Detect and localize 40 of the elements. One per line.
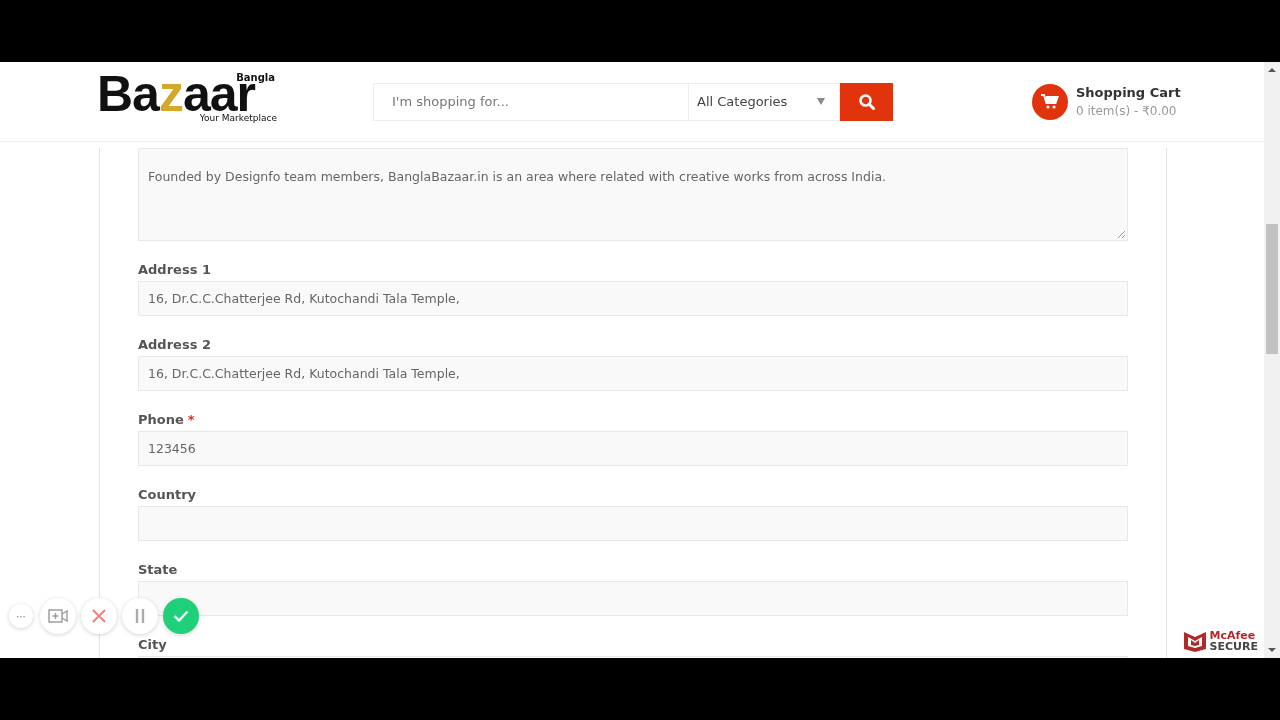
add-video-button[interactable] [40,598,76,634]
cart-title[interactable]: Shopping Cart [1076,85,1181,100]
pause-icon [135,609,145,623]
cart-icon [1041,93,1059,110]
more-button[interactable]: ··· [9,604,33,628]
field-label: State [138,562,178,577]
badge-label: SECURE [1209,641,1258,652]
scroll-down-icon[interactable] [1268,648,1276,652]
field-label: Address 1 [138,262,211,277]
field-label: Country [138,487,197,502]
search-icon [857,92,876,111]
scrollbar[interactable] [1264,62,1280,658]
logo-tagline: Your Marketplace [199,113,277,123]
video-camera-icon [48,609,68,623]
close-icon [92,609,106,623]
cart-summary: 0 item(s) - ₹0.00 [1076,104,1178,118]
input-field[interactable]: 123456 [138,431,1128,466]
input-field[interactable]: 16, Dr.C.C.Chatterjee Rd, Kutochandi Tala Temple, [138,356,1128,391]
badge-brand: McAfee [1209,630,1257,641]
input-field[interactable]: 16, Dr.C.C.Chatterjee Rd, Kutochandi Tala Temple, [138,281,1128,316]
input-field[interactable] [138,581,1128,616]
scrollbar-thumb[interactable] [1266,224,1278,354]
required-mark: * [187,412,195,427]
cart-button[interactable] [1032,83,1068,120]
confirm-button[interactable] [163,598,199,634]
shield-icon [1182,630,1207,652]
field-label: City [138,637,167,652]
pause-button[interactable] [122,598,158,634]
cancel-button[interactable] [81,598,117,634]
text-area[interactable]: Founded by Designfo team members, BanglaBazaar.in is an area where related with creative works from across India. [138,148,1128,241]
category-dropdown[interactable]: All Categories [688,82,840,121]
scroll-up-icon[interactable] [1268,68,1276,72]
logo-subtitle: Bangla [236,72,275,83]
check-icon [173,610,189,622]
search-field[interactable]: I'm shopping for... [373,82,688,121]
caret-icon [817,98,825,105]
field-label: Address 2 [138,337,211,352]
search-button[interactable] [840,82,893,121]
resize-handle-icon[interactable] [1118,231,1125,238]
field-label: Phone [138,412,184,427]
